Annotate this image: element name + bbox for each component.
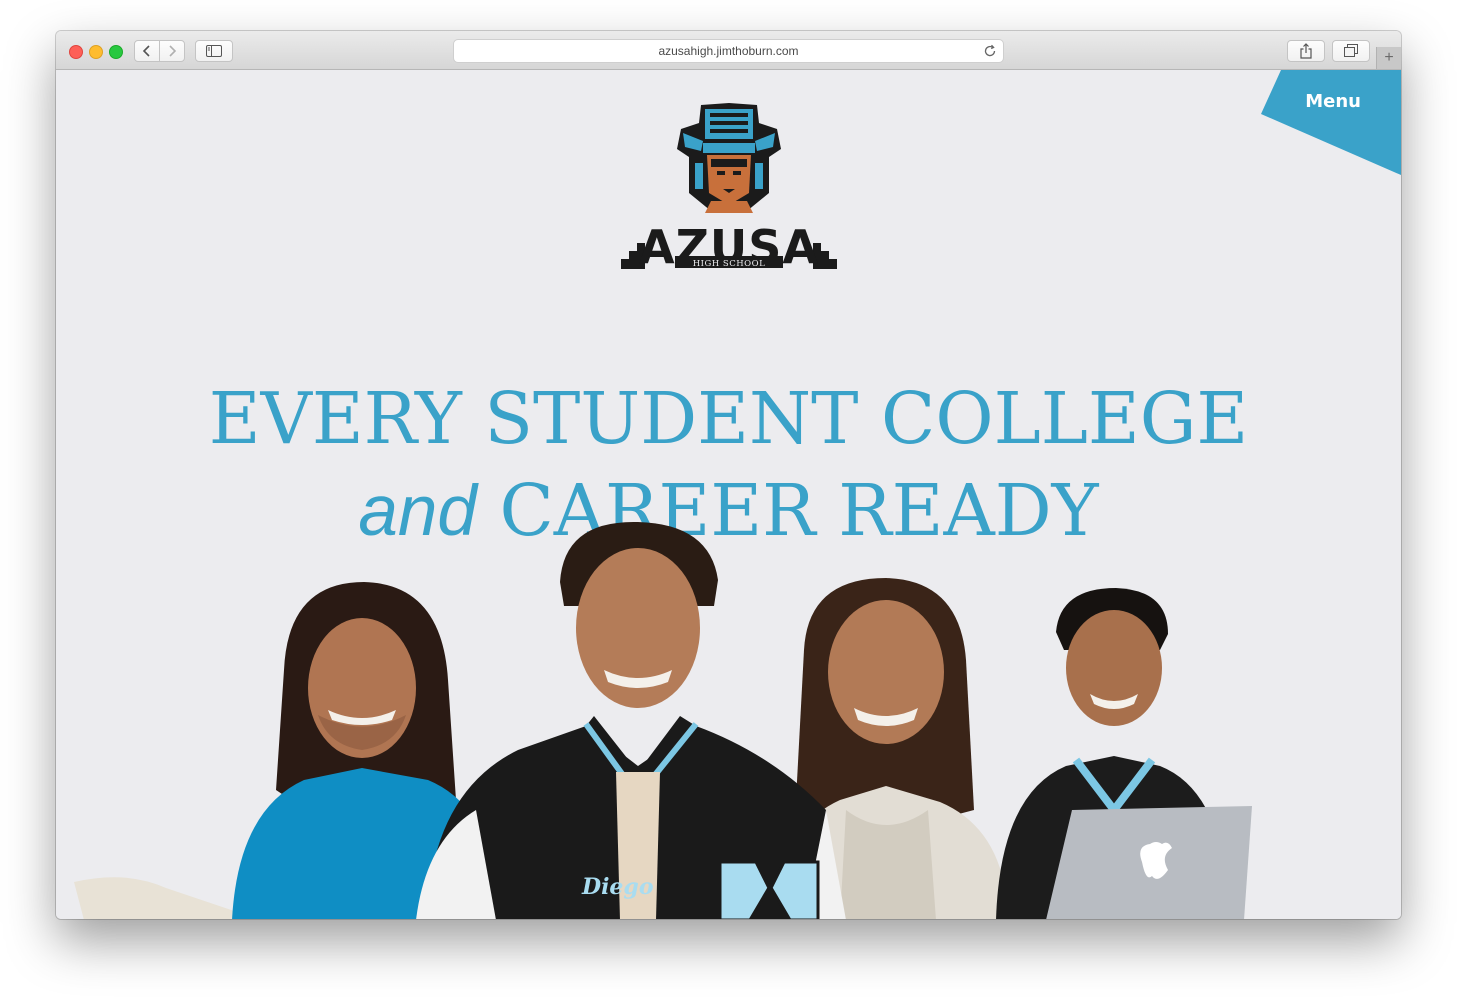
new-tab-button[interactable]: +	[1376, 47, 1401, 69]
forward-icon	[169, 45, 177, 57]
web-page: Menu AZUSA HIGH SCHOOL EVERY STUDENT COL…	[56, 70, 1401, 919]
close-window-button[interactable]	[69, 45, 83, 59]
headline-line-1: EVERY STUDENT COLLEGE	[208, 376, 1249, 460]
jacket-name-text: Diego	[581, 874, 654, 900]
sidebar-icon	[206, 45, 222, 57]
navigation-buttons	[134, 40, 185, 62]
menu-tab-shape	[1261, 70, 1401, 175]
back-icon	[142, 45, 150, 57]
tabs-icon	[1344, 44, 1358, 57]
browser-window: azusahigh.jimthoburn.com + Menu AZUSA HI…	[56, 31, 1401, 919]
menu-button[interactable]: Menu	[1261, 70, 1401, 175]
student-boy-letterman-jacket: Diego	[416, 521, 846, 919]
aztec-warrior-mascot-icon	[677, 103, 781, 213]
menu-label: Menu	[1305, 91, 1361, 112]
zoom-window-button[interactable]	[109, 45, 123, 59]
azusa-wordmark: AZUSA HIGH SCHOOL	[621, 220, 837, 271]
browser-toolbar: azusahigh.jimthoburn.com +	[56, 31, 1401, 70]
address-bar[interactable]: azusahigh.jimthoburn.com	[453, 39, 1004, 63]
show-tabs-button[interactable]	[1332, 40, 1370, 62]
url-text: azusahigh.jimthoburn.com	[658, 44, 799, 58]
reload-icon[interactable]	[982, 43, 998, 59]
minimize-window-button[interactable]	[89, 45, 103, 59]
sidebar-button[interactable]	[195, 40, 233, 62]
students-hero-photo: Diego	[74, 521, 1252, 919]
back-button[interactable]	[134, 40, 160, 62]
logo-subtitle: HIGH SCHOOL	[693, 259, 766, 269]
plus-icon: +	[1384, 49, 1394, 66]
share-button[interactable]	[1287, 40, 1325, 62]
forward-button[interactable]	[159, 40, 185, 62]
azusa-logo[interactable]: AZUSA HIGH SCHOOL	[619, 101, 839, 271]
share-icon	[1300, 43, 1312, 59]
